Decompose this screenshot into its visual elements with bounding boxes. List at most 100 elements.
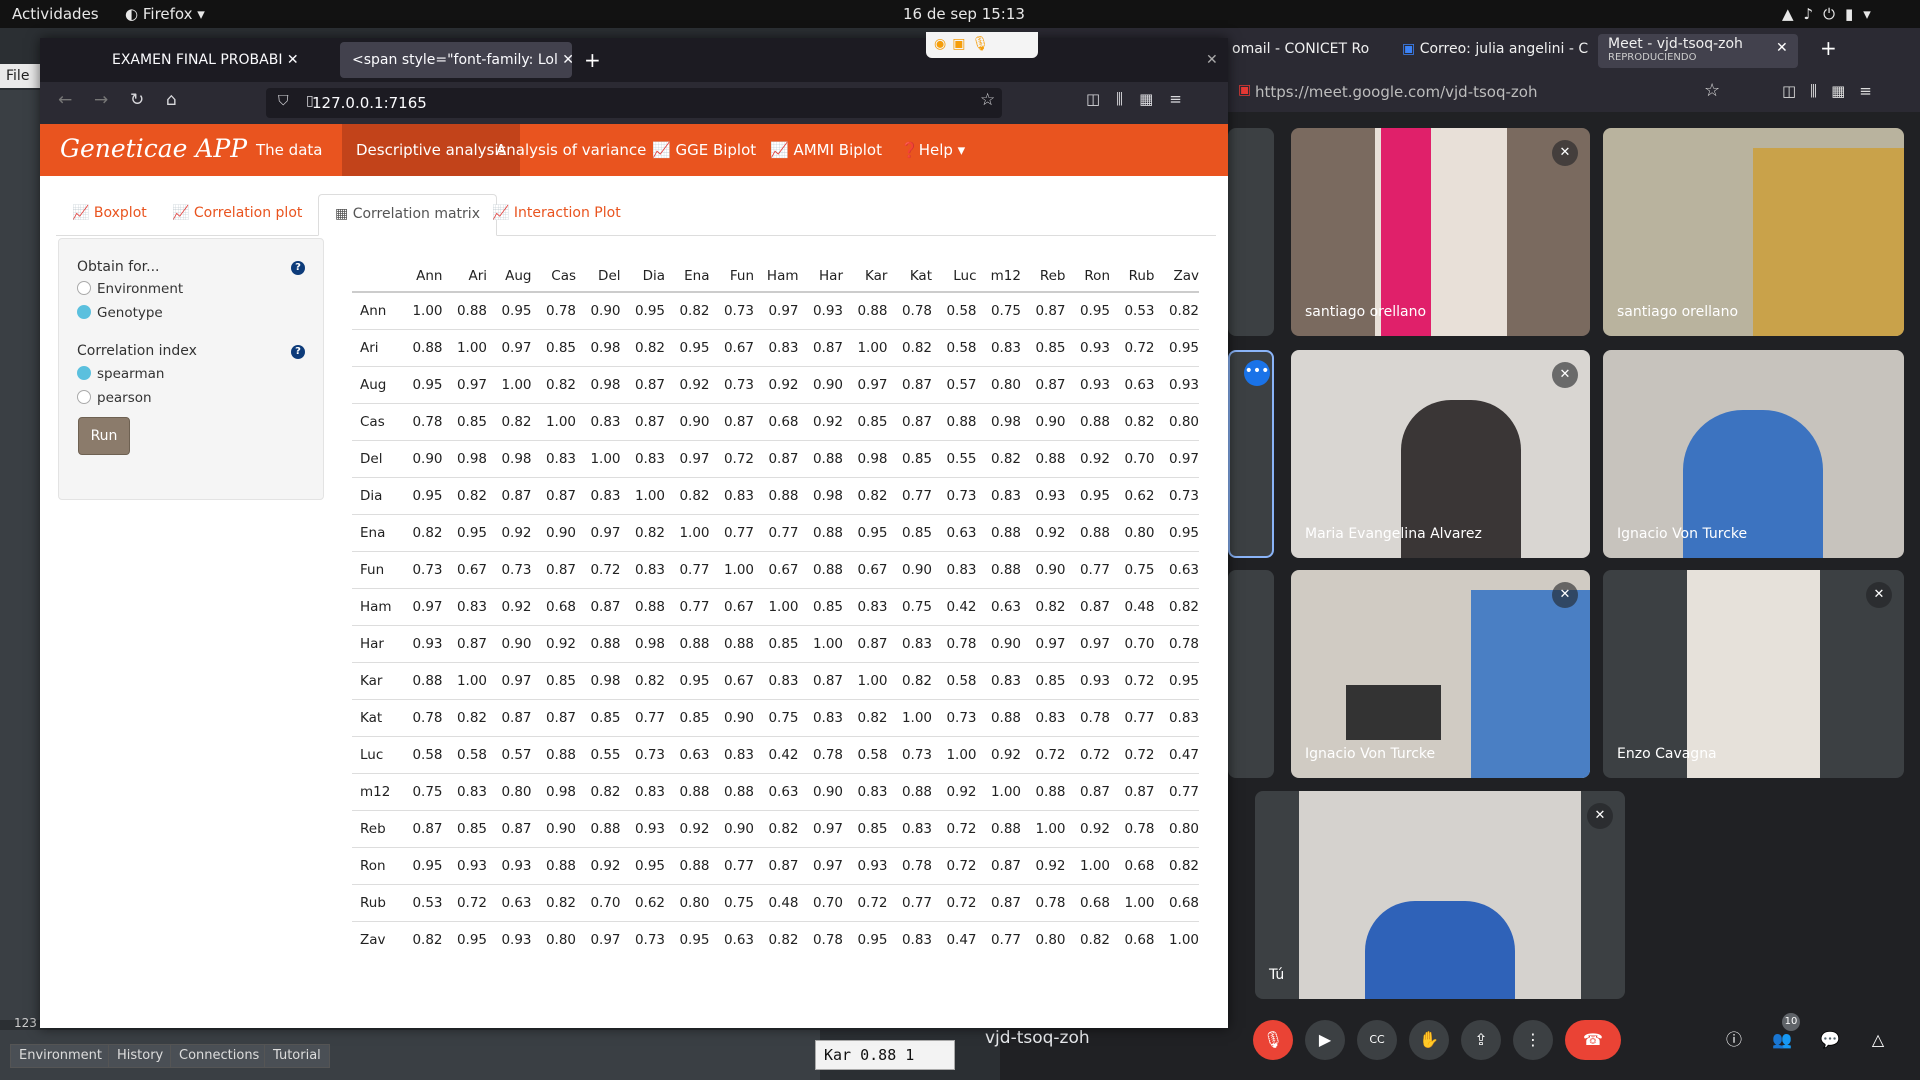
new-tab-icon[interactable]: +	[584, 48, 601, 72]
tab-correlation-plot[interactable]: 📈 Correlation plot	[156, 194, 318, 236]
present-button[interactable]: ⇪	[1461, 1020, 1501, 1060]
new-tab-icon[interactable]: +	[1820, 36, 1837, 60]
table-cell: 0.87	[576, 587, 621, 625]
rstudio-file-menu[interactable]: File	[0, 64, 45, 88]
table-cell: 0.97	[442, 365, 487, 403]
more-options-button[interactable]: ⋮	[1513, 1020, 1553, 1060]
table-cell: 0.88	[798, 513, 843, 551]
radio-circle	[77, 366, 91, 380]
table-cell: 0.63	[709, 920, 754, 958]
table-cell: 0.90	[709, 809, 754, 847]
tab-close-icon[interactable]: ✕	[562, 52, 572, 68]
self-video-tile[interactable]: ✕ Tú	[1255, 791, 1625, 999]
nav-help[interactable]: ❓Help ▾	[886, 124, 979, 176]
rstudio-tab-environment[interactable]: Environment	[10, 1044, 112, 1068]
video-tile[interactable]: Ignacio Von Turcke	[1603, 350, 1904, 558]
table-cell: 0.88	[754, 476, 799, 514]
app-menu[interactable]: ◐ Firefox ▾	[125, 5, 205, 23]
table-cell: 0.75	[398, 772, 443, 810]
tab-meet[interactable]: Meet - vjd-tsoq-zoh REPRODUCIENDO	[1598, 34, 1798, 68]
leave-call-button[interactable]: ☎	[1565, 1020, 1621, 1060]
tab-interaction-plot[interactable]: 📈 Interaction Plot	[476, 194, 637, 236]
video-tile[interactable]: ✕ Enzo Cavagna	[1603, 570, 1904, 778]
video-tile[interactable]: ✕ santiago orellano	[1291, 128, 1590, 336]
table-cell: 0.93	[620, 809, 665, 847]
toolbar-icons[interactable]: ◫⫼▦≡	[1086, 90, 1198, 108]
table-cell: 0.82	[843, 476, 888, 514]
row-header: Zav	[352, 920, 398, 958]
radio-circle	[77, 390, 91, 404]
rstudio-data-viewer-cell: Kar 0.88 1	[815, 1040, 955, 1070]
nav-ammi-biplot[interactable]: 📈 AMMI Biplot	[756, 124, 896, 176]
shield-icon[interactable]: ⛉	[278, 93, 289, 109]
rstudio-tab-tutorial[interactable]: Tutorial	[264, 1044, 330, 1068]
back-icon[interactable]: ←	[58, 90, 72, 110]
tab-examen[interactable]: EXAMEN FINAL PROBABI ✕	[100, 42, 340, 78]
table-cell: 0.73	[709, 291, 754, 329]
status-icons[interactable]: ▲♪⏻▮▾	[1782, 5, 1881, 23]
video-tile[interactable]: santiago orellano	[1603, 128, 1904, 336]
sharing-indicator[interactable]: ◉▣🎙	[926, 32, 1038, 58]
forward-icon[interactable]: →	[94, 90, 108, 110]
tab-correlation-matrix[interactable]: ▦ Correlation matrix	[318, 194, 497, 236]
window-close-icon[interactable]: ✕	[1206, 52, 1218, 68]
app-brand[interactable]: Geneticae APP	[60, 134, 247, 163]
table-cell: 0.95	[487, 291, 532, 329]
nav-analysis-of-variance[interactable]: Analysis of variance	[482, 124, 660, 176]
activities-button[interactable]: Actividades	[12, 5, 99, 23]
radio-spearman[interactable]: spearman	[77, 366, 164, 382]
info-icon[interactable]: ⓘ	[1714, 1020, 1754, 1060]
table-cell: 1.00	[398, 291, 443, 329]
bookmark-star-icon[interactable]: ☆	[980, 90, 995, 110]
bookmark-star-icon[interactable]: ☆	[1704, 80, 1720, 101]
table-cell: 0.88	[531, 735, 576, 773]
table-cell: 0.87	[1110, 772, 1155, 810]
more-options-icon[interactable]: •••	[1244, 360, 1270, 386]
camera-toggle-button[interactable]: ▶	[1305, 1020, 1345, 1060]
tab-conicet[interactable]: omail - CONICET Ro	[1222, 34, 1392, 66]
radio-genotype[interactable]: Genotype	[77, 305, 163, 321]
meet-url-field[interactable]: https://meet.google.com/vjd-tsoq-zoh	[1245, 78, 1715, 106]
table-cell: 0.85	[531, 661, 576, 699]
table-cell: 0.97	[754, 291, 799, 329]
raise-hand-button[interactable]: ✋	[1409, 1020, 1449, 1060]
table-cell: 0.88	[1065, 513, 1110, 551]
mic-toggle-button[interactable]: 🎙	[1253, 1020, 1293, 1060]
table-cell: 0.78	[798, 920, 843, 958]
table-cell: 0.82	[665, 291, 710, 329]
tab-boxplot[interactable]: 📈 Boxplot	[56, 194, 163, 236]
toolbar-icons[interactable]: ◫⫼▦≡	[1782, 82, 1886, 100]
home-icon[interactable]: ⌂	[166, 90, 177, 110]
table-cell: 0.97	[843, 365, 888, 403]
tab-close-icon[interactable]: ✕	[287, 52, 299, 68]
video-tile[interactable]: ✕ Maria Evangelina Alvarez	[1291, 350, 1590, 558]
nav-gge-biplot[interactable]: 📈 GGE Biplot	[638, 124, 770, 176]
radio-pearson[interactable]: pearson	[77, 390, 152, 406]
table-cell: 1.00	[1110, 883, 1155, 921]
help-icon[interactable]: ?	[291, 261, 305, 275]
tab-meet-close-icon[interactable]: ✕	[1776, 40, 1788, 56]
table-cell: 0.87	[620, 402, 665, 440]
nav-the-data[interactable]: The data	[242, 124, 336, 176]
participant-name: Enzo Cavagna	[1617, 746, 1717, 762]
rstudio-tab-connections[interactable]: Connections	[170, 1044, 269, 1068]
reload-icon[interactable]: ↻	[130, 90, 144, 110]
column-header: m12	[990, 267, 1021, 284]
url-field[interactable]: 127.0.0.1:7165	[266, 88, 1002, 118]
chart-icon: 📈	[172, 205, 194, 221]
chat-button[interactable]: 💬	[1810, 1020, 1850, 1060]
table-cell: 0.75	[754, 698, 799, 736]
rstudio-tab-history[interactable]: History	[108, 1044, 173, 1068]
table-cell: 0.78	[798, 735, 843, 773]
table-cell: 0.70	[1110, 439, 1155, 477]
run-button[interactable]: Run	[78, 417, 130, 455]
radio-environment[interactable]: Environment	[77, 281, 183, 297]
video-tile[interactable]: ✕ Ignacio Von Turcke	[1291, 570, 1590, 778]
captions-button[interactable]: CC	[1357, 1020, 1397, 1060]
help-icon[interactable]: ?	[291, 345, 305, 359]
tab-active[interactable]: <span style="font-family: Lol ✕	[340, 42, 572, 78]
activities-button[interactable]: △	[1858, 1020, 1898, 1060]
tab-correo[interactable]: ▣ Correo: julia angelini - C	[1392, 34, 1592, 66]
clock[interactable]: 16 de sep 15:13	[903, 5, 1025, 23]
row-header: Ham	[352, 587, 398, 625]
